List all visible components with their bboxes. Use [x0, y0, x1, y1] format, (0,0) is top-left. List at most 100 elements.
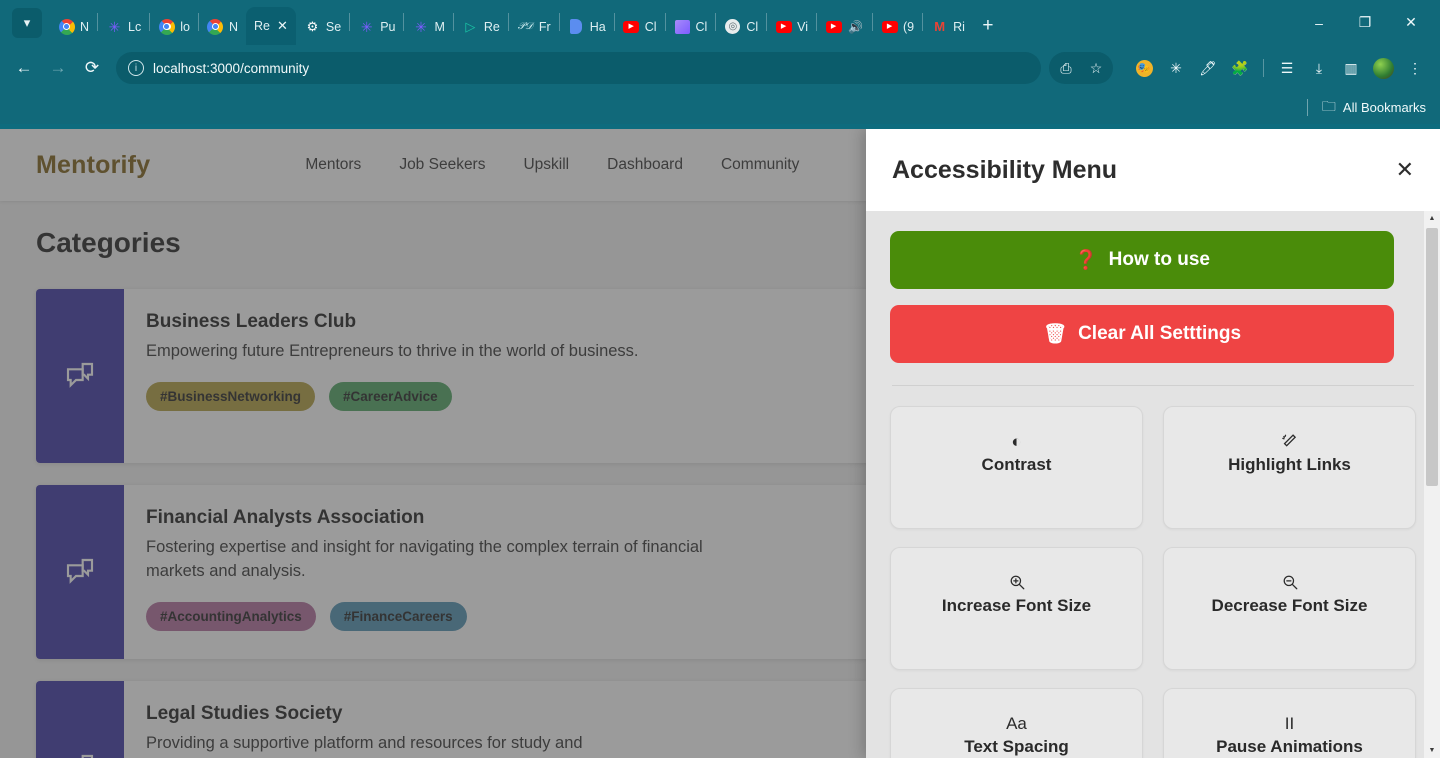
how-to-use-button[interactable]: ❓ How to use — [890, 231, 1394, 289]
all-bookmarks-label: All Bookmarks — [1342, 100, 1426, 115]
back-button[interactable]: ← — [8, 52, 40, 84]
three-dot-menu-icon[interactable]: ⋮ — [1400, 53, 1430, 83]
question-mark-icon: ❓ — [1073, 250, 1098, 271]
omnibox-actions: ⎙ ☆ 🎭 ✳ 🖊 🧩 ☰ ⤓ ▥ ⋮ — [1049, 52, 1430, 84]
option-tile-decrease-font-size[interactable]: Decrease Font Size — [1163, 547, 1416, 670]
play-icon: ▷ — [465, 19, 476, 34]
close-icon[interactable]: ✕ — [1396, 159, 1414, 181]
clear-all-settings-button[interactable]: 🗑 Clear All Setttings — [890, 305, 1394, 363]
modal-scroll-down-arrow-icon[interactable]: ▼ — [1424, 743, 1440, 758]
accessibility-panel-body: ❓ How to use 🗑 Clear All Setttings ◐ Con… — [866, 211, 1440, 758]
reload-button[interactable]: ⟳ — [76, 52, 108, 84]
gmail-icon: M — [934, 19, 946, 34]
minimize-button[interactable]: – — [1296, 7, 1342, 39]
speaker-icon[interactable]: 🔊 — [847, 18, 864, 35]
browser-tab-active[interactable]: Re ✕ — [246, 7, 296, 45]
spark-icon: ✳ — [360, 18, 373, 35]
browser-tab[interactable]: ▶ Vi — [767, 8, 816, 45]
tab-title: Cl — [644, 19, 657, 34]
clear-all-settings-label: Clear All Setttings — [1078, 323, 1242, 344]
tab-title: Vi — [797, 19, 809, 34]
spark-extension-icon[interactable]: ✳ — [1161, 53, 1191, 83]
zoom-out-icon — [1281, 572, 1299, 592]
maximize-button[interactable]: ❐ — [1342, 7, 1388, 39]
modal-scrollbar-thumb[interactable] — [1426, 228, 1438, 486]
all-bookmarks-button[interactable]: 🗀 All Bookmarks — [1322, 96, 1426, 120]
browser-tab[interactable]: ⚙ Se — [296, 8, 349, 45]
tab-title: Fr — [538, 19, 551, 34]
contrast-icon: ◐ — [1011, 431, 1022, 451]
youtube-icon: ▶ — [825, 18, 842, 35]
tab-strip: ▾ N ✳ Lc lo N Re ✕ ⚙ Se ✳ Pu ✳ M ▷ Re 𝒫𝒟… — [0, 0, 1440, 45]
cast-icon[interactable]: ⎙ — [1051, 53, 1081, 83]
address-bar-row: ← → ⟳ i localhost:3000/community ⎙ ☆ 🎭 ✳… — [0, 45, 1440, 91]
address-bar[interactable]: i localhost:3000/community — [116, 52, 1041, 84]
option-tile-highlight-links[interactable]: Highlight Links — [1163, 406, 1416, 529]
tab-title: (9 — [903, 19, 915, 34]
browser-tab[interactable]: N — [199, 8, 246, 45]
gear-icon: ⚙ — [306, 19, 319, 34]
browser-tab[interactable]: Cl — [666, 8, 716, 45]
browser-tab[interactable]: ✳ Lc — [98, 8, 149, 45]
openai-icon: ◎ — [724, 18, 741, 35]
new-tab-button[interactable]: + — [973, 11, 1003, 41]
trash-icon: 🗑 — [1042, 324, 1068, 345]
option-label: Increase Font Size — [941, 596, 1092, 615]
modal-scroll-up-arrow-icon[interactable]: ▲ — [1424, 211, 1440, 226]
option-label: Pause Animations — [1216, 737, 1363, 756]
google-icon — [158, 18, 175, 35]
option-label: Decrease Font Size — [1211, 596, 1368, 615]
browser-tab[interactable]: Ha — [560, 8, 614, 45]
star-icon[interactable]: ☆ — [1081, 53, 1111, 83]
spark-icon: ✳ — [415, 18, 427, 35]
accessibility-menu-panel: Accessibility Menu ✕ ❓ How to use 🗑 Clea… — [866, 129, 1440, 758]
tab-title: Se — [325, 19, 342, 34]
browser-tab[interactable]: lo — [150, 8, 198, 45]
bookmarks-divider — [1306, 99, 1308, 116]
tab-search-area[interactable]: ▾ — [4, 0, 50, 45]
close-window-button[interactable]: ✕ — [1388, 7, 1434, 39]
chrome-icon — [58, 18, 75, 35]
eyedropper-icon[interactable]: 🖊 — [1193, 53, 1223, 83]
close-icon[interactable]: ✕ — [277, 18, 288, 34]
tab-title: Re — [254, 19, 270, 33]
browser-tab[interactable]: ▶ 🔊 — [817, 8, 872, 45]
tab-title: Ri — [953, 19, 965, 34]
browser-window: ▾ N ✳ Lc lo N Re ✕ ⚙ Se ✳ Pu ✳ M ▷ Re 𝒫𝒟… — [0, 0, 1440, 758]
browser-tab[interactable]: ◎ Cl — [716, 8, 766, 45]
browser-tab[interactable]: ▷ Re — [454, 8, 508, 45]
reading-list-icon[interactable]: ☰ — [1272, 53, 1302, 83]
browser-tab[interactable]: ▶ (9 — [873, 8, 922, 45]
zoom-in-icon — [1008, 572, 1026, 592]
forward-button[interactable]: → — [42, 52, 74, 84]
tab-title: N — [80, 19, 90, 34]
magic-wand-icon — [1281, 431, 1298, 451]
extension-avatar-icon[interactable]: 🎭 — [1129, 53, 1159, 83]
option-tile-increase-font-size[interactable]: Increase Font Size — [890, 547, 1143, 670]
browser-tab[interactable]: M Ri — [923, 8, 973, 45]
side-panel-icon[interactable]: ▥ — [1336, 53, 1366, 83]
tab-title: Re — [483, 19, 500, 34]
download-icon[interactable]: ⤓ — [1304, 53, 1334, 83]
modal-scrollbar[interactable]: ▲ ▼ — [1424, 211, 1440, 758]
browser-tab[interactable]: ✳ Pu — [350, 8, 403, 45]
tab-title: Lc — [128, 19, 142, 34]
tab-title: Ha — [589, 19, 606, 34]
option-tile-contrast[interactable]: ◐ Contrast — [890, 406, 1143, 529]
browser-tab[interactable]: ▶ Cl — [615, 8, 665, 45]
option-label: Text Spacing — [964, 737, 1069, 756]
blue-doc-icon — [568, 18, 585, 35]
info-icon[interactable]: i — [128, 60, 144, 76]
spark-icon: ✳ — [108, 18, 121, 35]
tab-title: N — [228, 19, 238, 34]
option-tile-pause-animations[interactable]: II Pause Animations — [1163, 688, 1416, 758]
browser-tab[interactable]: ✳ M — [404, 8, 452, 45]
tab-title: Cl — [746, 19, 759, 34]
tab-search-button[interactable]: ▾ — [12, 7, 42, 38]
profile-avatar-icon[interactable] — [1368, 53, 1398, 83]
browser-chrome: ▾ N ✳ Lc lo N Re ✕ ⚙ Se ✳ Pu ✳ M ▷ Re 𝒫𝒟… — [0, 0, 1440, 124]
puzzle-icon[interactable]: 🧩 — [1225, 53, 1255, 83]
browser-tab[interactable]: N — [50, 8, 97, 45]
option-tile-text-spacing[interactable]: Aa Text Spacing — [890, 688, 1143, 758]
browser-tab[interactable]: 𝒫𝒟 Fr — [509, 8, 559, 45]
